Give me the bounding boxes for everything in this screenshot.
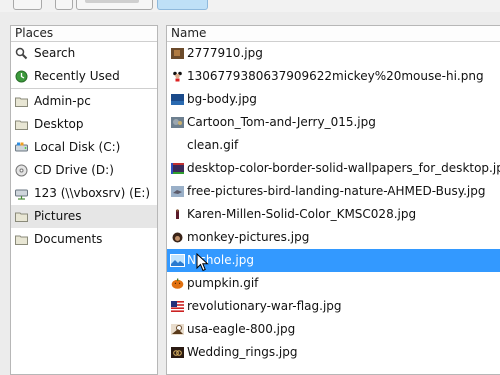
image-thumbnail-icon bbox=[171, 301, 184, 312]
places-divider bbox=[11, 88, 157, 89]
folder-icon bbox=[15, 120, 28, 130]
column-header-label: Name bbox=[171, 26, 207, 40]
places-item-admin-pc[interactable]: Admin-pc bbox=[11, 90, 157, 113]
folder-icon bbox=[15, 235, 28, 245]
places-item-label: Pictures bbox=[34, 209, 82, 223]
file-name: 1306779380637909622mickey%20mouse-hi.png bbox=[187, 69, 484, 83]
file-row[interactable]: Karen-Millen-Solid-Color_KMSC028.jpg bbox=[167, 203, 500, 226]
places-item-label: Recently Used bbox=[34, 69, 120, 83]
harddisk-icon bbox=[15, 142, 28, 152]
file-row[interactable]: pumpkin.gif bbox=[167, 272, 500, 295]
places-item-cd-drive[interactable]: CD Drive (D:) bbox=[11, 159, 157, 182]
places-item-local-disk[interactable]: Local Disk (C:) bbox=[11, 136, 157, 159]
file-row[interactable]: 1306779380637909622mickey%20mouse-hi.png bbox=[167, 65, 500, 88]
file-name: free-pictures-bird-landing-nature-AHMED-… bbox=[187, 184, 486, 198]
file-name: Karen-Millen-Solid-Color_KMSC028.jpg bbox=[187, 207, 417, 221]
image-thumbnail-icon bbox=[171, 278, 184, 289]
folder-icon bbox=[15, 97, 28, 107]
file-row[interactable]: bg-body.jpg bbox=[167, 88, 500, 111]
image-thumbnail-icon bbox=[171, 94, 184, 105]
toolbar bbox=[0, 0, 500, 12]
file-name: bg-body.jpg bbox=[187, 92, 257, 106]
file-row[interactable]: desktop-color-border-solid-wallpapers_fo… bbox=[167, 157, 500, 180]
blank-file-icon bbox=[171, 140, 184, 151]
places-item-label: Search bbox=[34, 46, 76, 60]
file-row[interactable]: revolutionary-war-flag.jpg bbox=[167, 295, 500, 318]
file-name: clean.gif bbox=[187, 138, 239, 152]
places-header[interactable]: Places bbox=[11, 26, 157, 42]
file-name: desktop-color-border-solid-wallpapers_fo… bbox=[187, 161, 500, 175]
places-pane: Places Search Recently Used Admin-pc Des… bbox=[10, 25, 158, 375]
file-name: monkey-pictures.jpg bbox=[187, 230, 310, 244]
file-row[interactable]: monkey-pictures.jpg bbox=[167, 226, 500, 249]
column-header-name[interactable]: Name bbox=[167, 26, 500, 42]
file-name: Nichole.jpg bbox=[187, 253, 254, 267]
image-thumbnail-icon bbox=[171, 117, 184, 128]
image-thumbnail-icon bbox=[170, 254, 185, 267]
toolbar-button[interactable] bbox=[55, 0, 73, 10]
places-header-label: Places bbox=[15, 26, 54, 40]
search-icon bbox=[15, 47, 28, 60]
places-item-documents[interactable]: Documents bbox=[11, 228, 157, 251]
file-name: 2777910.jpg bbox=[187, 46, 263, 60]
places-item-search[interactable]: Search bbox=[11, 42, 157, 65]
file-row[interactable]: Wedding_rings.jpg bbox=[167, 341, 500, 364]
image-thumbnail-icon bbox=[171, 48, 184, 59]
places-item-label: CD Drive (D:) bbox=[34, 163, 114, 177]
file-row[interactable]: usa-eagle-800.jpg bbox=[167, 318, 500, 341]
network-drive-icon bbox=[15, 189, 28, 200]
file-row-selected[interactable]: Nichole.jpg bbox=[167, 249, 500, 272]
image-thumbnail-icon bbox=[171, 186, 184, 197]
toolbar-button[interactable] bbox=[76, 0, 153, 10]
file-name: Cartoon_Tom-and-Jerry_015.jpg bbox=[187, 115, 376, 129]
places-item-label: Local Disk (C:) bbox=[34, 140, 121, 154]
file-row[interactable]: clean.gif bbox=[167, 134, 500, 157]
places-item-pictures[interactable]: Pictures bbox=[11, 205, 157, 228]
places-item-recently-used[interactable]: Recently Used bbox=[11, 65, 157, 88]
file-row[interactable]: Cartoon_Tom-and-Jerry_015.jpg bbox=[167, 111, 500, 134]
places-item-desktop[interactable]: Desktop bbox=[11, 113, 157, 136]
image-thumbnail-icon bbox=[171, 209, 184, 220]
toolbar-button[interactable] bbox=[13, 0, 42, 10]
file-row[interactable]: free-pictures-bird-landing-nature-AHMED-… bbox=[167, 180, 500, 203]
places-item-label: Desktop bbox=[34, 117, 84, 131]
places-item-label: Documents bbox=[34, 232, 103, 246]
file-name: revolutionary-war-flag.jpg bbox=[187, 299, 342, 313]
file-list-pane: Name 2777910.jpg 1306779380637909622mick… bbox=[166, 25, 500, 375]
clock-icon bbox=[15, 70, 28, 83]
file-name: usa-eagle-800.jpg bbox=[187, 322, 296, 336]
image-thumbnail-icon bbox=[171, 163, 184, 174]
image-thumbnail-icon bbox=[171, 232, 184, 243]
image-thumbnail-icon bbox=[171, 347, 184, 358]
places-item-network-drive[interactable]: 123 (\\vboxsrv) (E:) bbox=[11, 182, 157, 205]
toolbar-button-active[interactable] bbox=[157, 0, 208, 10]
file-row[interactable]: 2777910.jpg bbox=[167, 42, 500, 65]
places-item-label: Admin-pc bbox=[34, 94, 91, 108]
file-name: pumpkin.gif bbox=[187, 276, 259, 290]
file-name: Wedding_rings.jpg bbox=[187, 345, 298, 359]
cd-drive-icon bbox=[15, 164, 28, 177]
places-item-label: 123 (\\vboxsrv) (E:) bbox=[34, 186, 151, 200]
folder-icon bbox=[15, 212, 28, 222]
image-thumbnail-icon bbox=[171, 324, 184, 335]
image-thumbnail-icon bbox=[171, 71, 184, 82]
